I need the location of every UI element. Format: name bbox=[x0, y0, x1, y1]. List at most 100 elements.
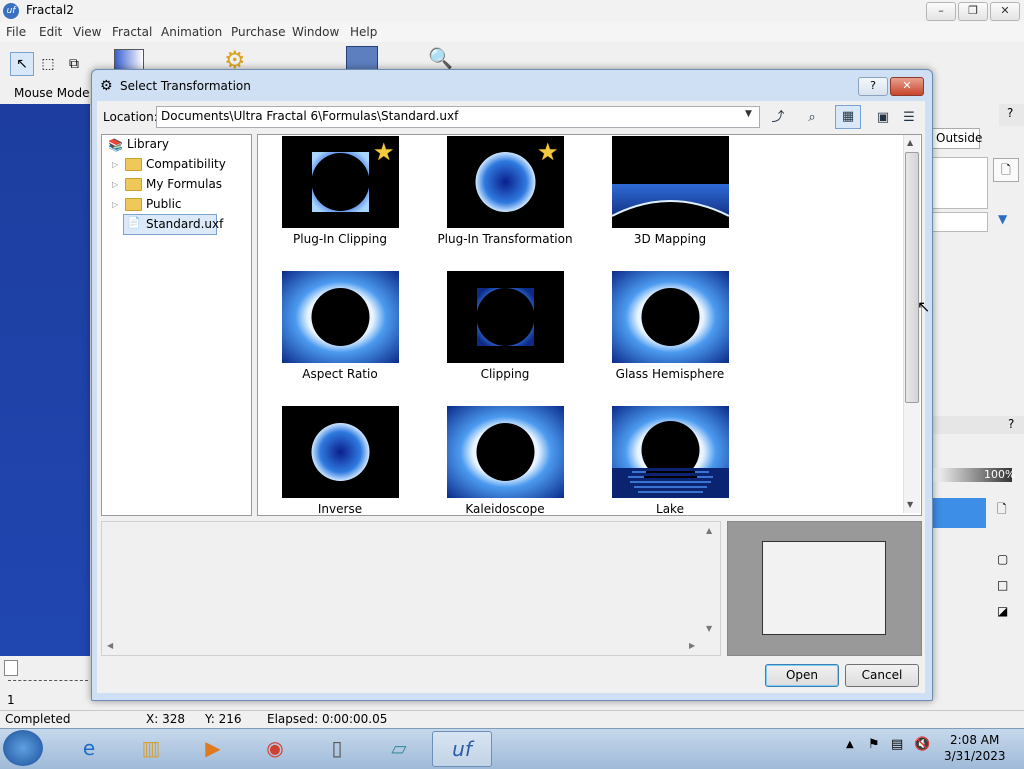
favorite-star-icon[interactable]: ★ bbox=[537, 140, 559, 164]
select-tool-icon[interactable]: ⬚ bbox=[36, 52, 60, 76]
location-label: Location: bbox=[103, 110, 158, 124]
status-y: Y: 216 bbox=[205, 712, 242, 726]
layer-visibility-icon[interactable]: □ bbox=[997, 578, 1008, 592]
tree-item-standard-uxf[interactable]: Standard.uxf bbox=[146, 217, 223, 231]
item-label: Plug-In Transformation bbox=[437, 232, 573, 246]
scroll-up-icon[interactable]: ▲ bbox=[907, 138, 913, 147]
fractal-canvas[interactable] bbox=[0, 104, 90, 656]
app-icon: uf bbox=[3, 3, 19, 19]
menu-fractal[interactable]: Fractal bbox=[112, 25, 152, 39]
3d-mapping-image bbox=[612, 184, 729, 228]
description-panel bbox=[101, 521, 721, 656]
favorite-star-icon[interactable]: ★ bbox=[373, 140, 395, 164]
scroll-down-icon[interactable]: ▼ bbox=[907, 500, 913, 509]
mouse-cursor-icon: ↖ bbox=[917, 297, 931, 316]
expand-icon[interactable]: ▷ bbox=[112, 180, 118, 189]
glass-hemisphere-image bbox=[612, 271, 729, 363]
minimize-button[interactable]: – bbox=[926, 2, 956, 21]
ultra-fractal-taskbar-icon[interactable]: uf bbox=[432, 731, 492, 767]
formula-field[interactable] bbox=[932, 212, 988, 232]
cancel-button[interactable]: Cancel bbox=[845, 664, 919, 687]
menu-edit[interactable]: Edit bbox=[39, 25, 62, 39]
pointer-tool-icon[interactable]: ↖ bbox=[10, 52, 34, 76]
timeline-handle[interactable] bbox=[4, 660, 18, 676]
layers-icon[interactable] bbox=[346, 46, 378, 70]
search-icon[interactable]: ⌕ bbox=[800, 106, 824, 130]
opacity-slider[interactable]: 100% bbox=[932, 468, 1015, 482]
mouse-icon[interactable]: ▯ bbox=[308, 731, 366, 765]
view-list-icon[interactable]: ☰ bbox=[897, 106, 921, 130]
clock-date[interactable]: 3/31/2023 bbox=[944, 749, 1006, 763]
layer-merge-icon[interactable]: ◪ bbox=[997, 604, 1008, 618]
tree-item-compatibility[interactable]: Compatibility bbox=[146, 157, 226, 171]
menu-view[interactable]: View bbox=[73, 25, 101, 39]
chevron-down-icon[interactable]: ▼ bbox=[998, 212, 1007, 226]
scroll-right-icon[interactable]: ▶ bbox=[689, 641, 695, 650]
tree-item-my-formulas[interactable]: My Formulas bbox=[146, 177, 222, 191]
menu-window[interactable]: Window bbox=[292, 25, 339, 39]
explore-icon[interactable]: 🔍 bbox=[428, 46, 453, 70]
mouse-mode-label: Mouse Mode bbox=[14, 86, 90, 100]
item-label: Lake bbox=[656, 502, 684, 516]
mask-icon[interactable]: ▢ bbox=[997, 552, 1008, 566]
thumb-aspect-ratio[interactable] bbox=[282, 271, 399, 363]
chrome-icon[interactable]: ◉ bbox=[246, 731, 304, 765]
media-player-icon[interactable]: ▶ bbox=[184, 731, 242, 765]
volume-muted-icon[interactable]: 🔇 bbox=[914, 737, 930, 752]
thumb-lake[interactable] bbox=[612, 406, 729, 498]
menu-purchase[interactable]: Purchase bbox=[231, 25, 286, 39]
move-tool-icon[interactable]: ⧉ bbox=[62, 52, 86, 76]
status-x: X: 328 bbox=[146, 712, 185, 726]
thumb-glass-hemisphere[interactable] bbox=[612, 271, 729, 363]
scroll-up-icon[interactable]: ▲ bbox=[706, 526, 712, 535]
notepad-icon[interactable]: ▱ bbox=[370, 731, 428, 765]
ie-icon[interactable]: e bbox=[60, 731, 118, 765]
dialog-help-button[interactable]: ? bbox=[858, 77, 888, 96]
item-label: Plug-In Clipping bbox=[293, 232, 387, 246]
explorer-icon[interactable]: ▥ bbox=[122, 731, 180, 765]
item-label: 3D Mapping bbox=[633, 232, 707, 246]
new-layer-icon[interactable]: 🗋 bbox=[997, 500, 1007, 521]
location-value: Documents\Ultra Fractal 6\Formulas\Stand… bbox=[161, 109, 459, 123]
scroll-left-icon[interactable]: ◀ bbox=[107, 641, 113, 650]
kaleidoscope-image bbox=[447, 406, 564, 498]
grid-scroll-thumb[interactable] bbox=[905, 152, 919, 403]
dialog-close-button[interactable]: ✕ bbox=[890, 77, 924, 96]
panel-help-button[interactable]: ? bbox=[999, 104, 1024, 126]
tree-item-public[interactable]: Public bbox=[146, 197, 182, 211]
menu-file[interactable]: File bbox=[6, 25, 26, 39]
thumb-kaleidoscope[interactable] bbox=[447, 406, 564, 498]
new-document-icon[interactable]: 🗋 bbox=[993, 158, 1019, 182]
thumb-clipping[interactable] bbox=[447, 271, 564, 363]
thumb-3d-mapping[interactable] bbox=[612, 136, 729, 228]
open-button[interactable]: Open bbox=[765, 664, 839, 687]
layer-row-selected[interactable] bbox=[932, 498, 986, 528]
view-thumbnails-icon[interactable]: ▦ bbox=[835, 105, 861, 129]
expand-icon[interactable]: ▷ bbox=[112, 200, 118, 209]
tray-expand-icon[interactable]: ▲ bbox=[846, 739, 854, 750]
network-icon[interactable]: ▤ bbox=[891, 737, 903, 752]
title-bar bbox=[0, 0, 1024, 23]
chevron-down-icon[interactable]: ▼ bbox=[745, 109, 752, 119]
item-label: Kaleidoscope bbox=[465, 502, 545, 516]
start-button[interactable] bbox=[3, 730, 43, 766]
flag-icon[interactable]: ⚑ bbox=[868, 737, 880, 752]
ruler-label: 1 bbox=[7, 693, 15, 707]
thumb-inverse[interactable] bbox=[282, 406, 399, 498]
view-icons-icon[interactable]: ▣ bbox=[871, 106, 895, 130]
library-tree bbox=[101, 134, 252, 516]
scroll-down-icon[interactable]: ▼ bbox=[706, 624, 712, 633]
tree-item-library[interactable]: Library bbox=[127, 137, 169, 151]
tab-outside[interactable]: Outside bbox=[932, 128, 982, 149]
expand-icon[interactable]: ▷ bbox=[112, 160, 118, 169]
folder-up-icon[interactable]: ⤴ bbox=[766, 106, 790, 130]
menu-help[interactable]: Help bbox=[350, 25, 377, 39]
lake-image bbox=[612, 406, 729, 498]
formula-box[interactable] bbox=[932, 157, 988, 209]
menu-animation[interactable]: Animation bbox=[161, 25, 222, 39]
clock-time[interactable]: 2:08 AM bbox=[950, 733, 999, 747]
timeline-ruler bbox=[8, 680, 88, 681]
restore-button[interactable]: ❐ bbox=[958, 2, 988, 21]
window-title: Fractal2 bbox=[26, 3, 74, 17]
close-button[interactable]: ✕ bbox=[990, 2, 1020, 21]
